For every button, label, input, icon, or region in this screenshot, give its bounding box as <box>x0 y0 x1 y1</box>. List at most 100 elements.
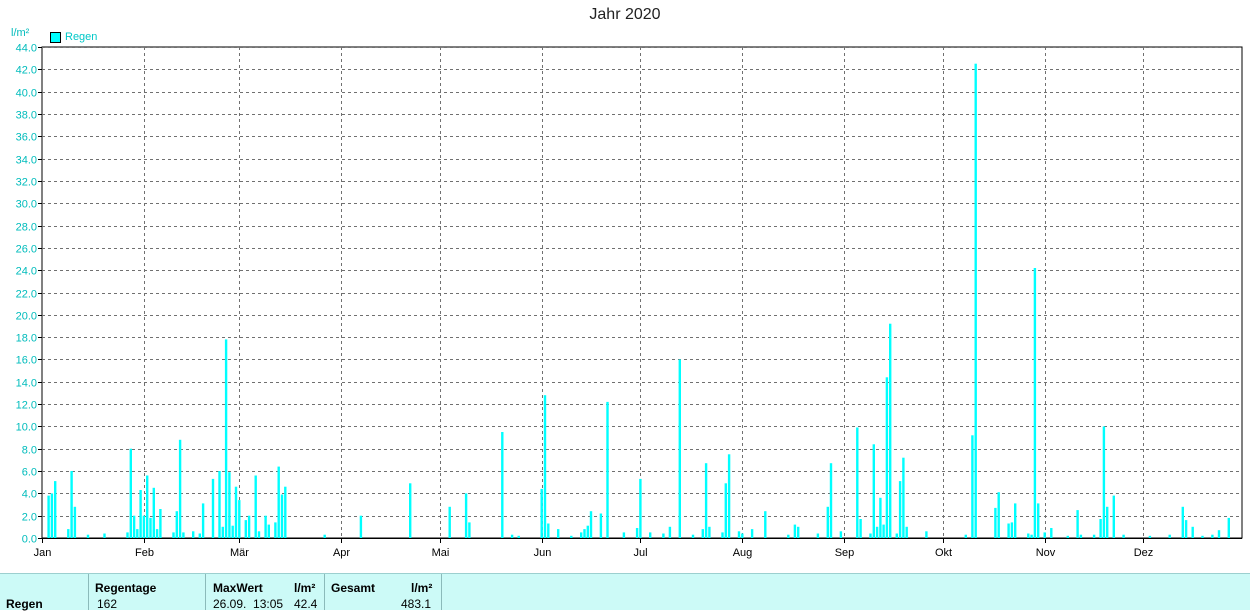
bar <box>1184 520 1188 538</box>
bar <box>409 483 412 538</box>
bar <box>1050 528 1053 538</box>
bar <box>323 534 326 538</box>
bar <box>1030 534 1033 538</box>
bar <box>1092 534 1096 538</box>
bar <box>1217 530 1221 538</box>
bar <box>1148 535 1152 538</box>
bar <box>639 478 642 538</box>
bar <box>1122 534 1125 538</box>
plot-area <box>41 46 1243 539</box>
bar <box>510 534 514 538</box>
y-tick-label: 6.0 <box>22 467 37 479</box>
bar <box>678 359 681 538</box>
bar <box>257 531 261 538</box>
bar <box>231 525 234 538</box>
bar <box>50 493 54 538</box>
y-tick-label: 30.0 <box>16 199 37 211</box>
bar <box>517 535 520 538</box>
y-tick-label: 16.0 <box>16 355 37 367</box>
bar <box>284 486 287 538</box>
y-tick-label: 22.0 <box>16 289 37 301</box>
stats-regentage-cell: Regentage 162 <box>88 574 205 611</box>
x-tick-label: Dez <box>1134 547 1154 559</box>
bar <box>1033 268 1037 538</box>
bar <box>448 506 451 538</box>
stats-maxwert-header: MaxWert <box>213 581 263 595</box>
bar <box>54 481 57 538</box>
bar <box>274 522 277 538</box>
bar <box>182 532 185 538</box>
bar <box>129 448 132 538</box>
bar <box>583 529 586 538</box>
bar <box>280 494 284 538</box>
x-tick-label: Jul <box>633 547 647 559</box>
y-tick-label: 4.0 <box>22 489 37 501</box>
bar <box>872 444 875 538</box>
bar <box>126 532 129 538</box>
bar <box>201 503 205 538</box>
bar <box>826 506 829 538</box>
bar <box>103 533 106 538</box>
bar <box>869 533 872 538</box>
bar <box>599 513 603 538</box>
bar <box>155 529 159 538</box>
bar <box>264 515 267 538</box>
bar <box>839 531 843 538</box>
bar <box>829 463 833 538</box>
statistics-panel: Regen Regentage 162 MaxWert l/m² 26.09. … <box>0 573 1250 611</box>
bar <box>1227 517 1230 538</box>
bar <box>1014 503 1017 538</box>
x-tick-label: Okt <box>935 547 952 559</box>
bar <box>132 515 136 538</box>
bar <box>1079 534 1083 538</box>
bar <box>73 506 77 538</box>
bar <box>1027 533 1030 538</box>
bar <box>70 471 73 538</box>
bar <box>175 511 178 538</box>
bar <box>247 515 251 538</box>
y-tick-label: 14.0 <box>16 378 37 390</box>
bar <box>172 532 175 538</box>
stats-gesamt-cell: Gesamt l/m² 483.1 <box>324 574 441 611</box>
bar <box>793 524 797 538</box>
bar <box>971 435 974 538</box>
x-tick-label: Nov <box>1036 547 1056 559</box>
bar <box>1211 534 1214 538</box>
bar <box>816 533 820 538</box>
bar <box>787 534 790 538</box>
y-tick-label: 0.0 <box>22 534 37 546</box>
bar <box>464 493 468 538</box>
bar <box>856 427 859 538</box>
bar <box>889 323 892 538</box>
y-tick-label: 10.0 <box>16 422 37 434</box>
bar <box>994 507 997 538</box>
bar <box>750 529 754 538</box>
bar <box>649 532 652 538</box>
bar <box>570 535 573 538</box>
bar <box>635 528 639 538</box>
bar <box>359 515 363 538</box>
bar <box>244 520 247 538</box>
y-tick-label: 8.0 <box>22 445 37 457</box>
x-tick-label: Apr <box>333 547 350 559</box>
bar <box>86 534 90 538</box>
bar <box>1168 534 1171 538</box>
bar <box>557 529 560 538</box>
stats-row-label-cell: Regen <box>0 574 88 611</box>
bar <box>139 490 142 538</box>
bar <box>859 519 862 538</box>
bar <box>238 500 241 538</box>
stats-maxwert-cell: MaxWert l/m² 26.09. 13:05 42.4 <box>205 574 324 611</box>
bar <box>547 523 550 538</box>
bar <box>898 481 902 538</box>
bar <box>885 377 889 538</box>
bar <box>543 395 547 538</box>
bar <box>925 531 928 538</box>
bar <box>468 522 471 538</box>
bar <box>708 526 711 538</box>
bar <box>580 532 583 538</box>
y-tick-label: 12.0 <box>16 400 37 412</box>
bar <box>1106 506 1109 538</box>
bar <box>875 526 879 538</box>
bar <box>1191 526 1194 538</box>
